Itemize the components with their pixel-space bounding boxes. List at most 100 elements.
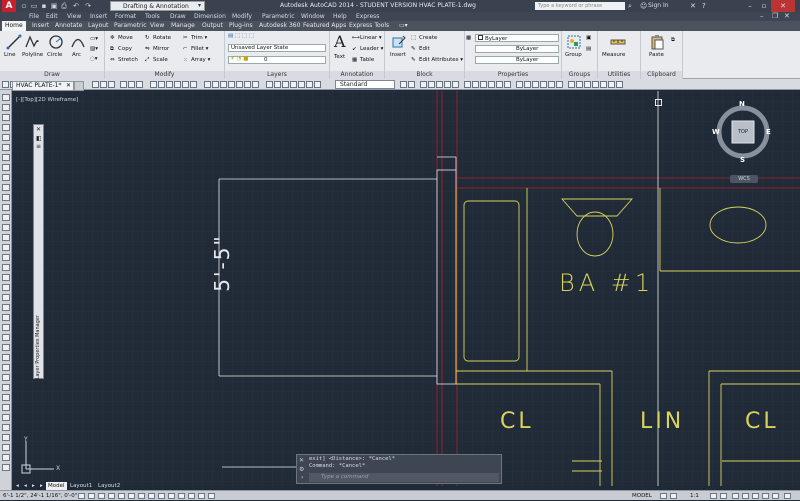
- stretch-button[interactable]: ⇔ Stretch: [110, 56, 138, 64]
- left-tool-icon[interactable]: [2, 144, 10, 151]
- left-tool-icon[interactable]: [2, 274, 10, 281]
- viewcube-south[interactable]: S: [740, 156, 745, 164]
- tool-icon[interactable]: [408, 81, 415, 88]
- left-tool-icon[interactable]: [2, 104, 10, 111]
- tab-express-tools[interactable]: Express Tools: [346, 21, 392, 31]
- rotate-button[interactable]: ↻ Rotate: [145, 34, 171, 42]
- line-icon[interactable]: [6, 34, 22, 50]
- tool-icon[interactable]: [504, 81, 511, 88]
- polyline-icon[interactable]: [24, 34, 40, 50]
- left-tool-icon[interactable]: [2, 464, 10, 471]
- left-tool-icon[interactable]: [2, 434, 10, 441]
- tool-icon[interactable]: [400, 81, 407, 88]
- tool-icon[interactable]: [228, 81, 235, 88]
- paste-icon[interactable]: [649, 34, 665, 50]
- tab-nav-prev-icon[interactable]: ◂: [22, 482, 29, 490]
- copy-clip-icon[interactable]: ⧉: [671, 36, 675, 44]
- viewport-label[interactable]: [-][Top][2D Wireframe]: [16, 97, 78, 103]
- redo-icon[interactable]: ↷: [84, 2, 92, 10]
- sign-in-link[interactable]: Sign In: [648, 0, 669, 12]
- left-tool-icon[interactable]: [2, 344, 10, 351]
- circle-icon[interactable]: [48, 34, 64, 50]
- color-dropdown[interactable]: ByLayer: [475, 34, 559, 42]
- undo-icon[interactable]: ↶: [72, 2, 80, 10]
- text-style-dropdown[interactable]: Standard: [335, 80, 395, 89]
- tool-icon[interactable]: [556, 81, 563, 88]
- tab-model[interactable]: Model: [46, 482, 67, 490]
- move-button[interactable]: ✥ Move: [110, 34, 133, 42]
- new-tab-button[interactable]: [74, 81, 84, 91]
- cmd-settings-icon[interactable]: ⚙: [299, 466, 304, 473]
- match-properties-icon[interactable]: ▦: [466, 34, 471, 42]
- tool-icon[interactable]: [592, 81, 599, 88]
- left-tool-icon[interactable]: [2, 454, 10, 461]
- tool-icon[interactable]: [420, 81, 427, 88]
- left-tool-icon[interactable]: [2, 124, 10, 131]
- tab-nav-first-icon[interactable]: ◂: [14, 482, 21, 490]
- doc-close-icon[interactable]: ✕: [784, 12, 790, 21]
- left-tool-icon[interactable]: [2, 444, 10, 451]
- command-input[interactable]: Type a command: [309, 473, 499, 482]
- left-tool-icon[interactable]: [2, 184, 10, 191]
- tool-icon[interactable]: [480, 81, 487, 88]
- viewcube-north[interactable]: N: [739, 100, 745, 108]
- cmd-close-icon[interactable]: ✕: [299, 457, 304, 464]
- clean-screen-icon[interactable]: [784, 493, 791, 499]
- tool-icon[interactable]: [532, 81, 539, 88]
- copy-button[interactable]: ⧉ Copy: [110, 45, 132, 53]
- auto-scale-icon[interactable]: [720, 493, 727, 499]
- new-icon[interactable]: ▫: [20, 2, 28, 10]
- tpy-toggle[interactable]: [178, 493, 185, 499]
- tool-icon[interactable]: [436, 81, 443, 88]
- tool-icon[interactable]: [600, 81, 607, 88]
- region-icon[interactable]: ◌▾: [90, 55, 98, 63]
- tab-output[interactable]: Output: [199, 21, 226, 31]
- left-tool-icon[interactable]: [2, 94, 10, 101]
- edit-block-button[interactable]: ✎ Edit: [411, 45, 430, 53]
- insert-block-icon[interactable]: [391, 34, 407, 50]
- menu-modify[interactable]: Modify: [232, 12, 252, 21]
- left-tool-icon[interactable]: [2, 314, 10, 321]
- tool-icon[interactable]: [444, 81, 451, 88]
- polar-toggle[interactable]: [108, 493, 115, 499]
- workspace-switch-icon[interactable]: [732, 493, 739, 499]
- tool-icon[interactable]: [282, 81, 289, 88]
- menu-insert[interactable]: Insert: [90, 12, 107, 21]
- annotation-panel-title[interactable]: Annotation: [330, 71, 384, 79]
- ribbon-toggle-icon[interactable]: ▭▾: [396, 21, 411, 31]
- tab-home[interactable]: Home: [2, 21, 26, 31]
- tool-icon[interactable]: [190, 81, 197, 88]
- annotation-visibility-icon[interactable]: [710, 493, 717, 499]
- left-tool-icon[interactable]: [2, 214, 10, 221]
- left-tool-icon[interactable]: [2, 324, 10, 331]
- otrack-toggle[interactable]: [138, 493, 145, 499]
- edit-attributes-button[interactable]: ✎ Edit Attributes ▾: [411, 56, 463, 64]
- quick-view-drawings-icon[interactable]: [670, 493, 677, 499]
- tool-icon[interactable]: [182, 81, 189, 88]
- tool-icon[interactable]: [616, 81, 623, 88]
- tool-icon[interactable]: [584, 81, 591, 88]
- doc-restore-icon[interactable]: ❐: [772, 12, 778, 21]
- menu-tools[interactable]: Tools: [145, 12, 160, 21]
- search-icon[interactable]: ⌕: [628, 2, 636, 10]
- left-tool-icon[interactable]: [2, 414, 10, 421]
- maximize-icon[interactable]: ▫: [757, 0, 771, 12]
- lineweight-dropdown[interactable]: ByLayer: [475, 56, 559, 64]
- tool-icon[interactable]: [314, 81, 321, 88]
- tool-icon[interactable]: [100, 81, 107, 88]
- grid-toggle[interactable]: [88, 493, 95, 499]
- tool-icon[interactable]: [298, 81, 305, 88]
- layer-state-dropdown[interactable]: Unsaved Layer State: [228, 44, 326, 52]
- left-tool-icon[interactable]: [2, 304, 10, 311]
- menu-dimension[interactable]: Dimension: [194, 12, 226, 21]
- viewcube-top-face[interactable]: TOP: [734, 129, 752, 135]
- print-icon[interactable]: ⎙: [60, 2, 68, 10]
- palette-close-icon[interactable]: ✕: [36, 126, 41, 133]
- tool-icon[interactable]: [158, 81, 165, 88]
- tool-icon[interactable]: [136, 81, 143, 88]
- tool-icon[interactable]: [452, 81, 459, 88]
- trim-button[interactable]: ✂ Trim ▾: [183, 34, 207, 42]
- tool-icon[interactable]: [174, 81, 181, 88]
- search-input[interactable]: Type a keyword or phrase: [535, 2, 625, 10]
- user-icon[interactable]: ☺: [640, 2, 648, 10]
